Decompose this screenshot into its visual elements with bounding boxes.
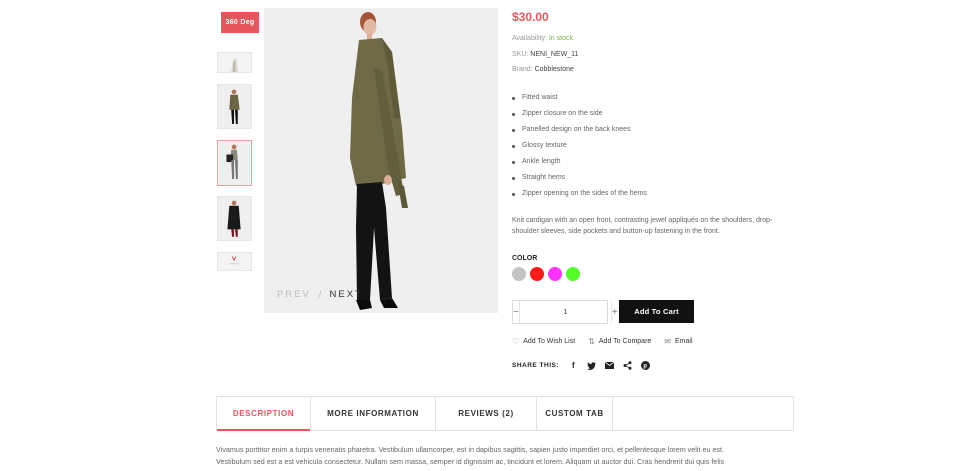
- image-navigation: PREV / NEXT: [277, 289, 363, 300]
- description-line: Vestibulum sed est a est vehicula consec…: [216, 457, 725, 466]
- feature-item: Zipper closure on the side: [512, 110, 647, 126]
- quantity-decrease-button[interactable]: −: [513, 301, 520, 323]
- share-icon[interactable]: [623, 361, 632, 370]
- envelope-icon: ✉: [664, 337, 671, 346]
- availability-status: In stock: [548, 35, 573, 42]
- heart-icon: ♡: [512, 337, 520, 346]
- feature-item: Glossy texture: [512, 142, 647, 158]
- feature-item: Panelled design on the back knees: [512, 126, 647, 142]
- product-tabs: DESCRIPTION MORE INFORMATION REVIEWS (2)…: [216, 396, 794, 431]
- color-swatch-grey[interactable]: [512, 267, 526, 281]
- thumbnail-1[interactable]: [217, 52, 252, 73]
- quantity-increase-button[interactable]: +: [610, 301, 618, 323]
- color-swatch-red[interactable]: [530, 267, 544, 281]
- sku-value: NENI_NEW_11: [530, 51, 579, 58]
- facebook-icon[interactable]: f: [569, 361, 578, 370]
- brand-label: Brand:: [512, 66, 533, 73]
- thumbnail-image: [218, 85, 251, 128]
- feature-item: Straight hems: [512, 174, 647, 190]
- color-swatch-magenta[interactable]: [548, 267, 562, 281]
- pinterest-icon[interactable]: p: [641, 361, 651, 370]
- product-actions: ♡ Add To Wish List ⇅ Add To Compare ✉ Em…: [512, 337, 693, 346]
- thumbnail-image: [218, 197, 251, 240]
- prev-image-button[interactable]: PREV: [277, 289, 311, 300]
- tab-description[interactable]: DESCRIPTION: [217, 397, 311, 431]
- product-price: $30.00: [512, 10, 549, 24]
- availability-label: Availability:: [512, 35, 547, 42]
- quantity-stepper: − +: [512, 300, 618, 324]
- email-label: Email: [675, 338, 693, 345]
- thumbnail-image: [218, 141, 251, 185]
- thumbnail-5[interactable]: [217, 252, 252, 271]
- color-swatches: [512, 267, 580, 281]
- feature-item: Fitted waist: [512, 94, 647, 110]
- wishlist-label: Add To Wish List: [523, 338, 576, 345]
- quantity-input[interactable]: [519, 308, 611, 316]
- compare-label: Add To Compare: [598, 338, 652, 345]
- nav-separator: /: [318, 289, 322, 300]
- thumbnail-image: [218, 253, 251, 270]
- email-link[interactable]: ✉ Email: [664, 337, 692, 346]
- add-to-wishlist-link[interactable]: ♡ Add To Wish List: [512, 337, 575, 346]
- svg-text:p: p: [643, 364, 647, 370]
- description-line: Vivamus porttitor enim a turpis venenati…: [216, 445, 725, 454]
- share-label: SHARE THIS:: [512, 362, 560, 369]
- share-bar: SHARE THIS: f p: [512, 361, 659, 370]
- thumbnail-2[interactable]: [217, 84, 252, 129]
- next-image-button[interactable]: NEXT: [330, 289, 363, 300]
- compare-icon: ⇅: [588, 337, 595, 346]
- main-product-image: PREV / NEXT: [264, 8, 498, 313]
- sku: SKU: NENI_NEW_11: [512, 51, 578, 58]
- tab-more-information[interactable]: MORE INFORMATION: [311, 397, 436, 430]
- thumbnail-4[interactable]: [217, 196, 252, 241]
- tab-reviews[interactable]: REVIEWS (2): [436, 397, 537, 430]
- thumbnail-image: [218, 53, 251, 72]
- brand: Brand: Cobblestone: [512, 66, 574, 73]
- brand-value: Cobblestone: [534, 66, 574, 73]
- add-to-compare-link[interactable]: ⇅ Add To Compare: [588, 337, 651, 346]
- color-swatch-green[interactable]: [566, 267, 580, 281]
- color-label: COLOR: [512, 255, 538, 262]
- description-body: Vivamus porttitor enim a turpis venenati…: [216, 444, 796, 468]
- model-illustration: [264, 8, 498, 313]
- feature-item: Zipper opening on the sides of the hems: [512, 190, 647, 206]
- feature-item: Ankle length: [512, 158, 647, 174]
- feature-list: Fitted waist Zipper closure on the side …: [512, 94, 647, 206]
- tab-custom[interactable]: CUSTOM TAB: [537, 397, 613, 430]
- sku-label: SKU:: [512, 51, 529, 58]
- short-description: Knit cardigan with an open front, contra…: [512, 217, 773, 235]
- add-to-cart-button[interactable]: Add To Cart: [619, 300, 694, 323]
- thumbnail-3[interactable]: [217, 140, 252, 186]
- twitter-icon[interactable]: [587, 361, 597, 370]
- mail-share-icon[interactable]: [605, 361, 615, 370]
- 360-degree-badge[interactable]: 360 Deg: [221, 12, 259, 33]
- availability: Availability: In stock: [512, 35, 573, 42]
